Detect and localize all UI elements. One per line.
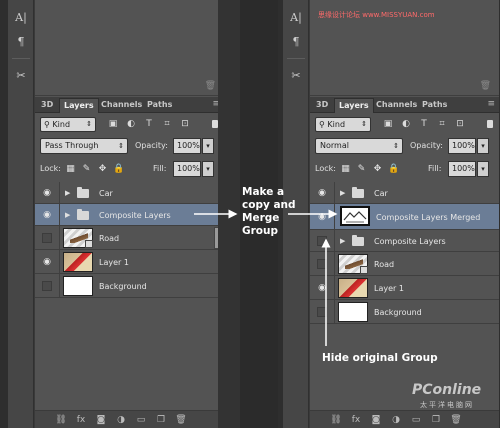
watermark-logo: PConline bbox=[412, 382, 482, 398]
watermark-top: 思缘设计论坛 www.MISSYUAN.com bbox=[318, 11, 435, 19]
annotation-arrows bbox=[194, 209, 338, 346]
watermark-logo-sub: 太平洋电脑网 bbox=[420, 401, 474, 409]
